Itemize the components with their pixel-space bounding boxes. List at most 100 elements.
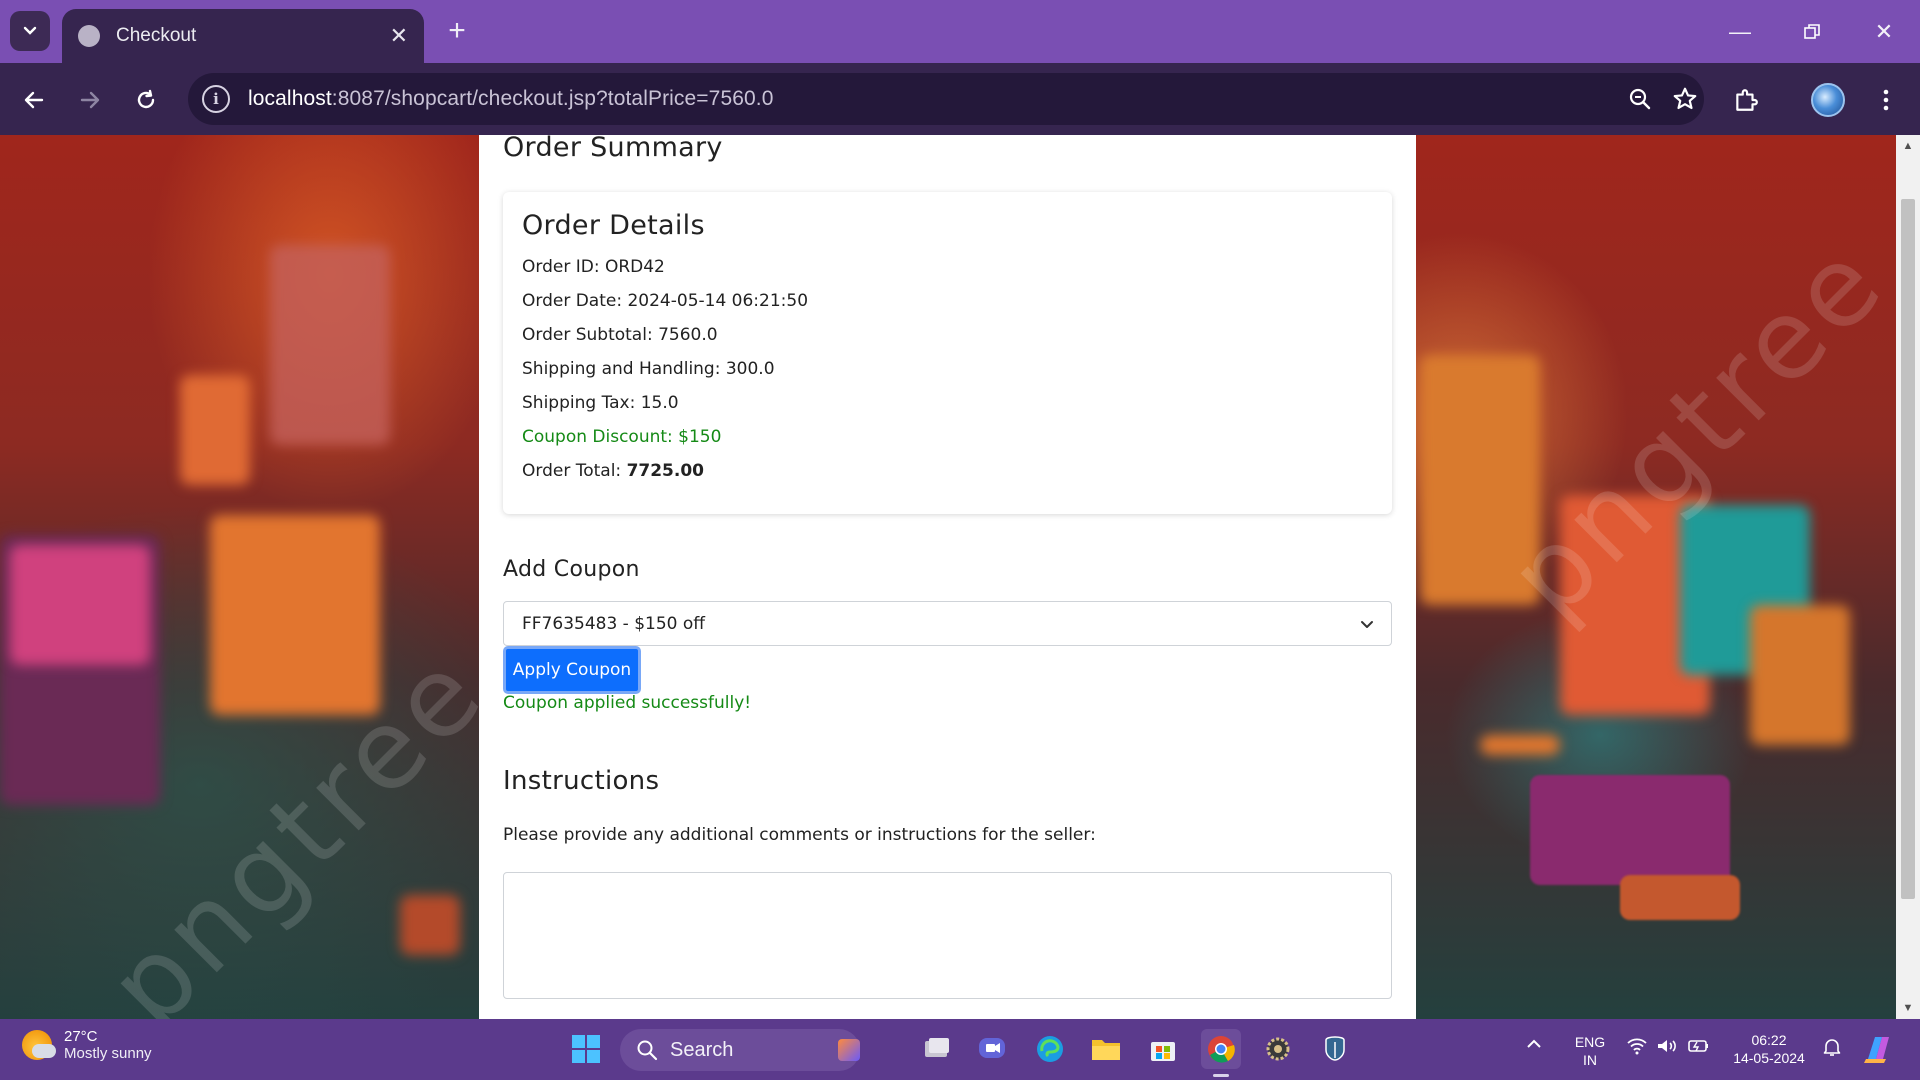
tab-search-button[interactable] (10, 11, 50, 51)
chevron-up-icon (1527, 1039, 1541, 1048)
scroll-thumb[interactable] (1901, 199, 1915, 899)
copilot-icon[interactable] (1862, 1033, 1896, 1069)
coupon-select[interactable]: FF7635483 - $150 off (503, 601, 1392, 646)
show-hidden-icons[interactable] (1526, 1037, 1542, 1055)
bookmark-star-icon[interactable] (1672, 86, 1698, 112)
forward-button[interactable] (70, 80, 110, 120)
back-arrow-icon (24, 91, 44, 109)
weather-sun-icon (22, 1030, 56, 1060)
folder-icon (1092, 1040, 1120, 1060)
order-total-label: Order Total: (522, 461, 627, 481)
notification-bell-icon[interactable] (1822, 1037, 1842, 1061)
chrome-button[interactable] (1201, 1029, 1241, 1069)
weather-widget[interactable]: 27°C Mostly sunny (22, 1028, 152, 1062)
background-box (270, 245, 390, 445)
forward-arrow-icon (80, 91, 100, 109)
avatar (1811, 83, 1845, 117)
restore-icon[interactable] (1792, 12, 1832, 52)
shipping-tax: Shipping Tax: 15.0 (522, 393, 679, 413)
background-box (180, 375, 250, 485)
taskbar-search[interactable]: Search (620, 1029, 860, 1071)
order-id: Order ID: ORD42 (522, 257, 665, 277)
background-box (1530, 775, 1730, 885)
elephant-icon (1325, 1036, 1345, 1061)
tab-title: Checkout (116, 25, 197, 46)
coupon-success-message: Coupon applied successfully! (503, 693, 752, 713)
back-button[interactable] (14, 80, 54, 120)
task-view-button[interactable] (917, 1029, 957, 1069)
clock-date: 14-05-2024 (1733, 1050, 1805, 1066)
extensions-button[interactable] (1726, 80, 1766, 120)
wifi-icon[interactable] (1626, 1037, 1648, 1059)
region-code: IN (1583, 1052, 1597, 1068)
url-text[interactable]: localhost:8087/shopcart/checkout.jsp?tot… (248, 87, 774, 111)
instructions-label: Please provide any additional comments o… (503, 825, 1096, 845)
checkout-page: Order Summary Order Details Order ID: OR… (479, 135, 1416, 1019)
globe-icon (78, 25, 100, 47)
chevron-down-icon (23, 26, 37, 35)
postgres-button[interactable] (1315, 1029, 1355, 1069)
volume-icon[interactable] (1656, 1037, 1678, 1059)
task-view-icon (925, 1038, 949, 1057)
scroll-down-icon[interactable]: ▼ (1901, 1001, 1915, 1015)
scroll-up-icon[interactable]: ▲ (1901, 139, 1915, 153)
file-explorer-button[interactable] (1086, 1029, 1126, 1069)
tab-checkout[interactable]: Checkout ✕ (62, 9, 424, 63)
store-icon (1151, 1042, 1175, 1061)
order-date: Order Date: 2024-05-14 06:21:50 (522, 291, 809, 311)
order-details-card: Order Details Order ID: ORD42 Order Date… (503, 192, 1392, 514)
weather-condition: Mostly sunny (64, 1045, 152, 1062)
settings-app-button[interactable] (1258, 1029, 1298, 1069)
profile-button[interactable] (1808, 80, 1848, 120)
coupon-discount: Coupon Discount: $150 (522, 427, 722, 447)
order-details-heading: Order Details (522, 210, 705, 241)
minimize-icon[interactable]: — (1720, 12, 1760, 52)
windows-logo-icon (572, 1035, 600, 1063)
page-viewport: pngtree pngtree Order Summary Order Deta… (0, 135, 1896, 1019)
active-app-indicator (1213, 1074, 1229, 1077)
gear-icon (1266, 1037, 1290, 1061)
background-box (1750, 605, 1850, 745)
instructions-textarea[interactable] (503, 872, 1392, 999)
edge-button[interactable] (1030, 1029, 1070, 1069)
zoom-icon[interactable] (1628, 87, 1652, 111)
page-title: Order Summary (503, 135, 723, 163)
search-highlight-icon (838, 1039, 860, 1061)
chevron-down-icon (1361, 621, 1373, 628)
language-indicator[interactable]: ENG IN (1572, 1033, 1608, 1069)
coupon-selected-option: FF7635483 - $150 off (522, 613, 705, 634)
chat-icon (979, 1038, 1005, 1058)
close-window-icon[interactable]: ✕ (1864, 12, 1904, 52)
address-bar[interactable]: i localhost:8087/shopcart/checkout.jsp?t… (188, 73, 1704, 125)
clock-time: 06:22 (1751, 1032, 1787, 1048)
battery-icon[interactable] (1686, 1037, 1710, 1059)
search-icon (637, 1040, 658, 1061)
store-button[interactable] (1143, 1029, 1183, 1069)
order-total-value: 7725.00 (626, 461, 704, 481)
apply-coupon-button[interactable]: Apply Coupon (503, 646, 641, 694)
temperature: 27°C (64, 1028, 98, 1045)
page-scrollbar[interactable]: ▲ ▼ (1896, 135, 1920, 1019)
background-box (400, 895, 460, 955)
puzzle-icon (1736, 89, 1758, 111)
background-box (10, 545, 150, 665)
order-total: Order Total: 7725.00 (522, 459, 1373, 493)
tab-bar: Checkout ✕ + — ✕ (0, 0, 1920, 63)
search-label: Search (670, 1038, 734, 1061)
clock[interactable]: 06:22 14-05-2024 (1728, 1031, 1810, 1067)
reload-button[interactable] (126, 80, 166, 120)
windows-taskbar: 27°C Mostly sunny Search ENG IN 06:22 14… (0, 1019, 1920, 1080)
browser-menu-button[interactable] (1866, 80, 1906, 120)
background-box (1620, 875, 1740, 920)
site-info-icon[interactable]: i (202, 85, 230, 113)
edge-icon (1037, 1036, 1063, 1062)
close-tab-icon[interactable]: ✕ (390, 23, 408, 49)
browser-toolbar: i localhost:8087/shopcart/checkout.jsp?t… (0, 63, 1920, 135)
order-subtotal: Order Subtotal: 7560.0 (522, 325, 718, 345)
start-button[interactable] (566, 1029, 606, 1069)
chrome-icon (1208, 1036, 1235, 1063)
teams-chat-button[interactable] (972, 1029, 1012, 1069)
shipping-handling: Shipping and Handling: 300.0 (522, 359, 775, 379)
instructions-heading: Instructions (503, 766, 660, 796)
new-tab-button[interactable]: + (440, 15, 474, 49)
